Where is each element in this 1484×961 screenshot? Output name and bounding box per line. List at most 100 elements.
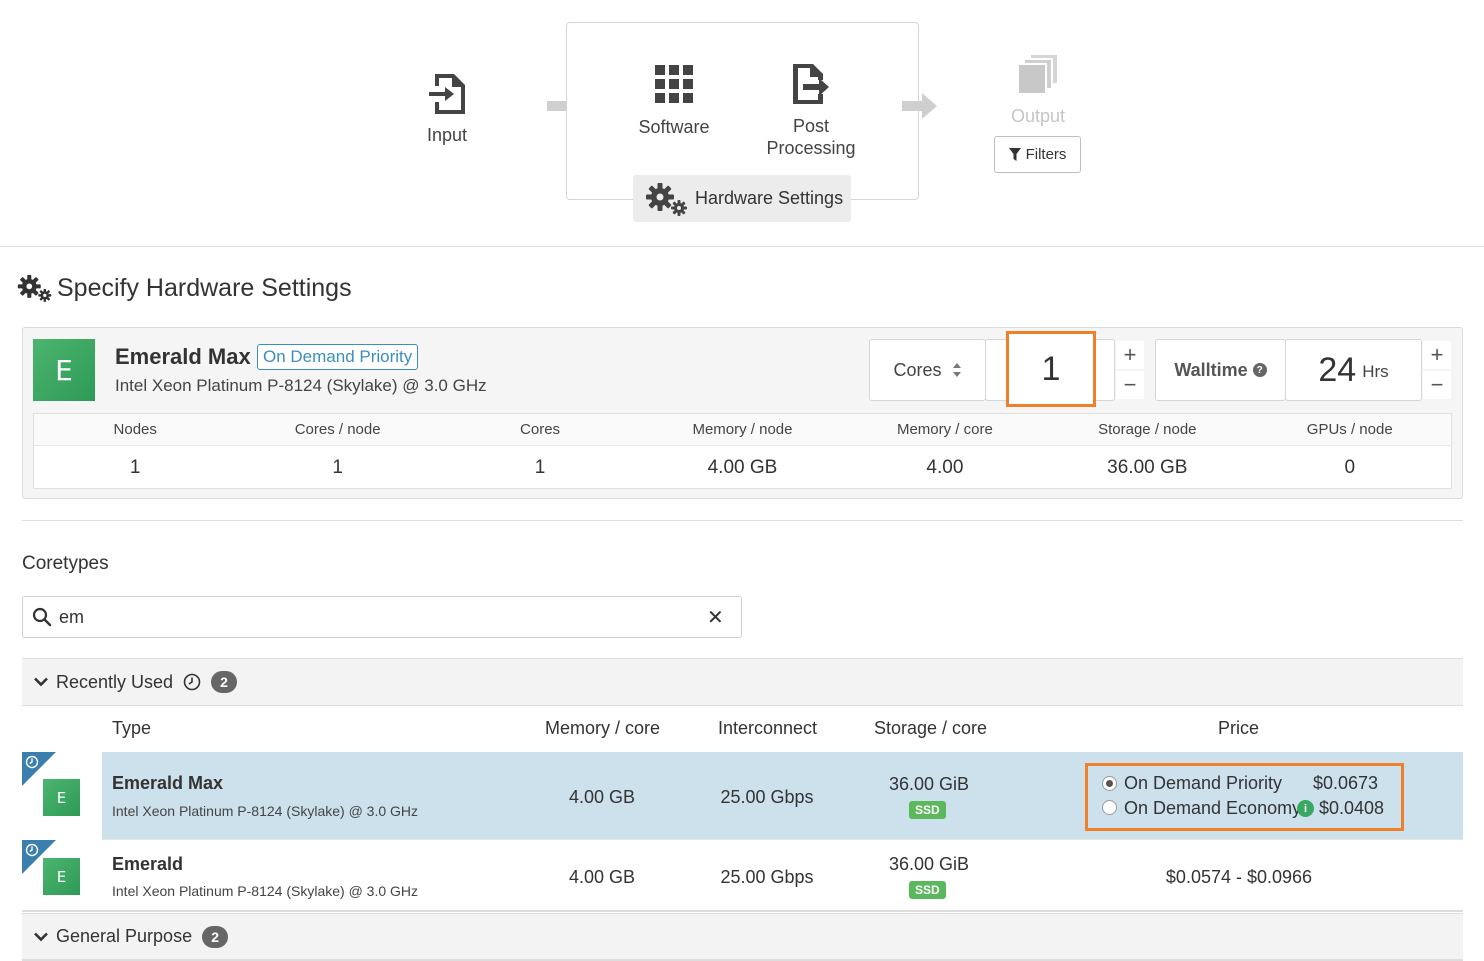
workflow-step-input[interactable]: Input <box>412 72 482 146</box>
price-options: On Demand Priority $0.0673 On Demand Eco… <box>1085 763 1404 831</box>
specs-value-cell: 36.00 GB <box>1107 457 1188 478</box>
input-icon <box>429 74 465 114</box>
walltime-decrement-button[interactable]: − <box>1423 371 1451 399</box>
coretypes-table-header: Type Memory / core Interconnect Storage … <box>22 706 1463 752</box>
specs-value-cell: 1 <box>332 457 343 478</box>
ssd-badge: SSD <box>909 801 946 819</box>
coretype-name: Emerald <box>112 854 184 874</box>
cores-selector-label: Cores <box>893 359 942 380</box>
walltime-increment-button[interactable]: + <box>1423 341 1451 369</box>
workflow-input-label: Input <box>426 125 468 145</box>
coretype-name: Emerald Max <box>112 773 224 793</box>
workflow-post-label-1: Post <box>792 116 830 136</box>
memory-per-core: 4.00 GB <box>568 787 636 807</box>
walltime-label: Walltime <box>1174 359 1248 380</box>
stacked-files-icon <box>1017 53 1059 95</box>
row-thumbnail: E <box>22 752 102 840</box>
clock-icon <box>25 755 39 769</box>
walltime-unit: Hrs <box>1362 362 1389 381</box>
tab-hardware-settings[interactable]: Hardware Settings <box>633 175 851 222</box>
ssd-badge: SSD <box>909 881 946 899</box>
coretype-cpu: Intel Xeon Platinum P-8124 (Skylake) @ 3… <box>112 803 419 819</box>
price-option-label[interactable]: On Demand Economy <box>1124 798 1301 819</box>
specs-header-cell: Storage / node <box>1098 421 1197 438</box>
coretype-search: ✕ <box>22 596 742 638</box>
coretype-logo: E <box>43 779 80 816</box>
gears-icon <box>646 182 687 216</box>
coretype-search-input[interactable] <box>57 603 697 631</box>
chevron-down-icon <box>34 677 48 687</box>
price-option-label[interactable]: On Demand Priority <box>1124 773 1282 794</box>
specs-header-cell: Memory / core <box>896 421 993 438</box>
price-range: $0.0574 - $0.0966 <box>1165 867 1313 887</box>
storage-per-core: 36.00 GiB <box>888 774 970 794</box>
cores-input[interactable]: 1 <box>1006 331 1096 407</box>
specs-value-cell: 1 <box>129 457 141 478</box>
interconnect: 25.00 Gbps <box>720 867 814 887</box>
column-header-type: Type <box>112 718 152 738</box>
chevron-down-icon <box>34 932 48 941</box>
specs-value-row: 1 1 1 4.00 GB 4.00 36.00 GB 0 <box>34 446 1451 490</box>
workflow-step-post-processing[interactable]: Post Processing <box>760 62 862 159</box>
storage-per-core: 36.00 GiB <box>888 854 970 874</box>
interconnect: 25.00 Gbps <box>720 787 814 807</box>
specs-value-cell: 4.00 GB <box>707 457 778 478</box>
cores-decrement-button[interactable]: − <box>1116 371 1144 399</box>
coretype-cpu: Intel Xeon Platinum P-8124 (Skylake) @ 3… <box>112 883 419 899</box>
walltime-label-box: Walltime ? <box>1155 339 1286 401</box>
export-file-icon <box>793 64 829 104</box>
column-header-price: Price <box>1218 718 1260 738</box>
specs-header-cell: Nodes <box>113 421 157 438</box>
workflow-step-software[interactable]: Software <box>630 64 718 138</box>
row-thumbnail: E <box>22 840 102 910</box>
workflow-step-output[interactable]: Output <box>998 52 1078 127</box>
help-icon[interactable]: ? <box>1252 363 1267 377</box>
workflow-hardware-group <box>566 22 919 200</box>
page-title: Specify Hardware Settings <box>17 272 352 304</box>
search-icon <box>32 607 52 627</box>
clock-icon <box>25 843 39 857</box>
walltime-value: 24 <box>1318 350 1357 389</box>
panel-divider <box>22 520 1463 521</box>
clock-icon <box>183 673 201 691</box>
cores-increment-button[interactable]: + <box>1116 341 1144 369</box>
specs-header-cell: Cores / node <box>294 421 381 438</box>
specs-value-cell: 4.00 <box>926 457 964 478</box>
group-count-badge: 2 <box>211 671 238 693</box>
group-label: General Purpose <box>56 926 193 946</box>
column-header-storage: Storage / core <box>874 718 988 738</box>
column-header-interconnect: Interconnect <box>718 718 818 738</box>
price-option-value: $0.0408 <box>1319 798 1385 818</box>
coretype-logo: E <box>33 339 95 401</box>
coretypes-heading: Coretypes <box>22 553 109 574</box>
clear-search-icon[interactable]: ✕ <box>707 605 724 630</box>
group-count-badge: 2 <box>202 925 229 948</box>
table-row[interactable]: E Emerald Intel Xeon Platinum P-8124 (Sk… <box>22 840 1463 912</box>
filters-label: Filters <box>1025 146 1067 163</box>
selected-coretype-name: Emerald Max <box>115 344 251 369</box>
arrow-right-icon <box>902 93 937 119</box>
info-icon[interactable]: i <box>1297 800 1314 817</box>
radio-on-demand-priority[interactable] <box>1102 776 1117 791</box>
hardware-specs-table: Nodes Cores / node Cores Memory / node M… <box>33 413 1452 489</box>
page-title-text: Specify Hardware Settings <box>57 273 352 302</box>
hardware-tab-label: Hardware Settings <box>695 188 844 208</box>
specs-header-cell: Cores <box>520 421 561 438</box>
workflow-software-label: Software <box>638 117 710 137</box>
specs-value-cell: 1 <box>534 457 546 478</box>
gears-icon <box>17 274 52 302</box>
group-recently-used[interactable]: Recently Used 2 <box>22 658 1463 706</box>
walltime-input[interactable]: 24 Hrs <box>1285 339 1422 401</box>
workflow-output-label: Output <box>1010 106 1066 126</box>
pricing-tier-badge: On Demand Priority <box>257 344 419 370</box>
specs-value-cell: 0 <box>1344 457 1356 478</box>
specs-header-cell: GPUs / node <box>1306 421 1393 438</box>
selected-coretype-cpu: Intel Xeon Platinum P-8124 (Skylake) @ 3… <box>115 376 487 395</box>
coretype-logo: E <box>43 858 80 895</box>
filters-button[interactable]: Filters <box>994 136 1081 173</box>
cores-selector[interactable]: Cores <box>869 339 986 401</box>
specs-header-row: Nodes Cores / node Cores Memory / node M… <box>34 414 1451 446</box>
group-general-purpose[interactable]: General Purpose 2 <box>22 913 1463 961</box>
radio-on-demand-economy[interactable] <box>1102 800 1117 815</box>
grid-icon <box>655 65 693 103</box>
